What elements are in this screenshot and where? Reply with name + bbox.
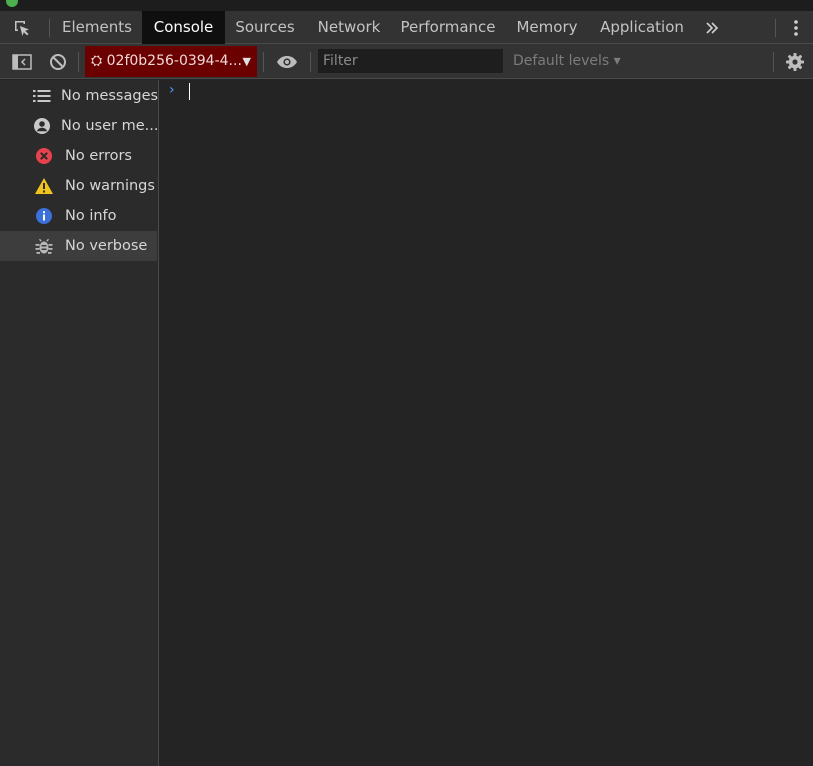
gear-icon[interactable] xyxy=(782,44,808,79)
eye-icon[interactable] xyxy=(272,44,302,79)
error-icon xyxy=(33,145,55,167)
tab-network[interactable]: Network xyxy=(308,11,390,44)
toolbar-separator xyxy=(78,52,79,72)
context-label: ⛭ 02f0b256-0394-4... xyxy=(91,53,242,69)
sidebar-toggle-icon[interactable] xyxy=(8,44,36,79)
console-toolbar: ⛭ 02f0b256-0394-4... ▼ Default levels ▾ xyxy=(0,44,813,79)
tab-elements[interactable]: Elements xyxy=(54,11,140,44)
tab-performance[interactable]: Performance xyxy=(394,11,502,44)
inspect-element-icon[interactable] xyxy=(6,11,38,44)
panel-tab-bar: Elements Console Sources Network Perform… xyxy=(0,11,813,44)
tab-application[interactable]: Application xyxy=(592,11,692,44)
bug-icon xyxy=(33,235,55,257)
sidebar-item-warnings[interactable]: No warnings xyxy=(0,171,157,201)
sidebar-item-user-messages[interactable]: No user me... xyxy=(0,111,159,141)
browser-logo-icon xyxy=(6,0,18,7)
sidebar-item-info[interactable]: No info xyxy=(0,201,157,231)
vertical-dots-icon[interactable] xyxy=(784,11,808,44)
sidebar-item-label: No warnings xyxy=(65,178,155,194)
toolbar-separator xyxy=(310,52,311,72)
console-prompt: › xyxy=(169,82,175,98)
console-sidebar: No messages No user me... No errors No w… xyxy=(0,80,159,766)
devtools-window: Elements Console Sources Network Perform… xyxy=(0,0,813,766)
sidebar-item-verbose[interactable]: No verbose xyxy=(0,231,157,261)
console-output[interactable]: › xyxy=(160,80,813,766)
text-caret xyxy=(189,83,190,100)
filter-input[interactable] xyxy=(318,49,503,73)
info-icon xyxy=(33,205,55,227)
sidebar-item-errors[interactable]: No errors xyxy=(0,141,157,171)
sidebar-item-label: No messages xyxy=(61,88,159,104)
toolbar-separator xyxy=(773,52,774,72)
sidebar-item-label: No errors xyxy=(65,148,132,164)
list-icon xyxy=(33,85,51,107)
sidebar-item-label: No info xyxy=(65,208,117,224)
tab-sources[interactable]: Sources xyxy=(226,11,304,44)
log-levels-dropdown[interactable]: Default levels ▾ xyxy=(513,44,621,79)
tab-console[interactable]: Console xyxy=(142,11,225,44)
warning-icon xyxy=(33,175,55,197)
tab-separator xyxy=(49,19,50,37)
double-chevron-right-icon[interactable] xyxy=(700,11,724,44)
toolbar-separator xyxy=(263,52,264,72)
tab-memory[interactable]: Memory xyxy=(506,11,588,44)
tab-separator xyxy=(775,19,776,37)
user-icon xyxy=(33,115,51,137)
sidebar-item-label: No verbose xyxy=(65,238,148,254)
sidebar-item-label: No user me... xyxy=(61,118,159,134)
dropdown-arrow-icon: ▼ xyxy=(242,55,251,68)
clear-console-icon[interactable] xyxy=(44,44,72,79)
sidebar-item-messages[interactable]: No messages xyxy=(0,81,159,111)
window-title-strip xyxy=(0,0,813,11)
context-selector[interactable]: ⛭ 02f0b256-0394-4... ▼ xyxy=(85,46,257,77)
